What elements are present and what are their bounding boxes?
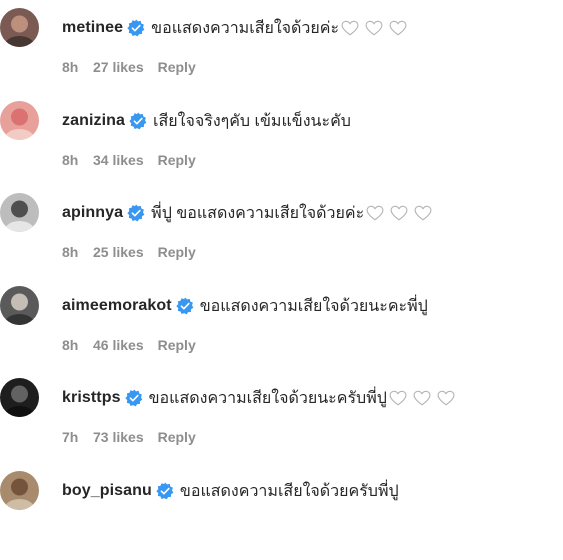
username-link[interactable]: metinee <box>62 19 123 37</box>
comment-meta: 8h 46 likes Reply <box>62 337 196 353</box>
heart-emoji-group <box>366 205 432 221</box>
avatar[interactable] <box>0 101 39 140</box>
timestamp: 8h <box>62 337 79 353</box>
comment-item: kristtps ขอแสดงความเสียใจด้วยนะครับพี่ปู 7… <box>0 375 563 467</box>
comment-line: apinnya พี่ปู ขอแสดงความเสียใจด้วยค่ะ <box>62 201 432 225</box>
comment-line: aimeemorakot ขอแสดงความเสียใจด้วยนะคะพี่ป… <box>62 294 428 318</box>
heart-outline-icon <box>437 390 455 406</box>
timestamp: 7h <box>62 429 79 445</box>
comment-meta: 8h 25 likes Reply <box>62 244 196 260</box>
verified-badge-icon <box>124 389 143 407</box>
heart-outline-icon <box>414 205 432 221</box>
heart-outline-icon <box>365 20 383 36</box>
avatar[interactable] <box>0 471 39 510</box>
comment-text: เสียใจจริงๆคับ เข้มแข็งนะคับ <box>153 112 351 130</box>
timestamp: 8h <box>62 244 79 260</box>
reply-button[interactable]: Reply <box>158 244 196 260</box>
username-link[interactable]: boy_pisanu <box>62 482 152 500</box>
comment-line: kristtps ขอแสดงความเสียใจด้วยนะครับพี่ปู <box>62 386 455 410</box>
heart-outline-icon <box>413 390 431 406</box>
comment-item: aimeemorakot ขอแสดงความเสียใจด้วยนะคะพี่ป… <box>0 283 563 375</box>
heart-outline-icon <box>341 20 359 36</box>
likes-count-button[interactable]: 27 likes <box>93 59 144 75</box>
verified-badge-icon <box>176 297 194 315</box>
comment-item: metinee ขอแสดงความเสียใจด้วยค่ะ 8h 27 likes… <box>0 5 563 97</box>
comment-line: metinee ขอแสดงความเสียใจด้วยค่ะ <box>62 16 407 40</box>
verified-badge-icon <box>156 482 174 500</box>
comment-item: apinnya พี่ปู ขอแสดงความเสียใจด้วยค่ะ 8h 25… <box>0 190 563 282</box>
reply-button[interactable]: Reply <box>158 152 196 168</box>
reply-button[interactable]: Reply <box>158 59 196 75</box>
comment-line: zanizina เสียใจจริงๆคับ เข้มแข็งนะคับ <box>62 109 351 133</box>
heart-outline-icon <box>390 205 408 221</box>
comment-text: ขอแสดงความเสียใจด้วยนะครับพี่ปู <box>148 389 387 407</box>
username-link[interactable]: zanizina <box>62 112 125 130</box>
comment-item: zanizina เสียใจจริงๆคับ เข้มแข็งนะคับ 8h 34… <box>0 98 563 190</box>
avatar[interactable] <box>0 286 39 325</box>
username-link[interactable]: kristtps <box>62 389 121 407</box>
heart-outline-icon <box>389 390 407 406</box>
timestamp: 8h <box>62 152 79 168</box>
timestamp: 8h <box>62 59 79 75</box>
heart-outline-icon <box>389 20 407 36</box>
username-link[interactable]: aimeemorakot <box>62 297 172 315</box>
likes-count-button[interactable]: 25 likes <box>93 244 144 260</box>
avatar[interactable] <box>0 8 39 47</box>
likes-count-button[interactable]: 34 likes <box>93 152 144 168</box>
likes-count-button[interactable]: 73 likes <box>93 429 144 445</box>
verified-badge-icon <box>127 19 145 37</box>
username-link[interactable]: apinnya <box>62 204 123 222</box>
comment-item: boy_pisanu ขอแสดงความเสียใจด้วยครับพี่ปู <box>0 468 563 560</box>
verified-badge-icon <box>129 112 147 130</box>
comment-meta: 8h 34 likes Reply <box>62 152 196 168</box>
comment-meta: 7h 73 likes Reply <box>62 429 196 445</box>
heart-outline-icon <box>366 205 384 221</box>
reply-button[interactable]: Reply <box>158 429 196 445</box>
heart-emoji-group <box>341 20 407 36</box>
comment-line: boy_pisanu ขอแสดงความเสียใจด้วยครับพี่ปู <box>62 479 399 503</box>
avatar[interactable] <box>0 193 39 232</box>
comment-meta: 8h 27 likes Reply <box>62 59 196 75</box>
comment-text: ขอแสดงความเสียใจด้วยค่ะ <box>151 19 340 37</box>
likes-count-button[interactable]: 46 likes <box>93 337 144 353</box>
comment-text: พี่ปู ขอแสดงความเสียใจด้วยค่ะ <box>151 204 365 222</box>
avatar[interactable] <box>0 378 39 417</box>
heart-emoji-group <box>389 390 455 406</box>
comment-text: ขอแสดงความเสียใจด้วยครับพี่ปู <box>179 482 399 500</box>
verified-badge-icon <box>127 204 145 222</box>
comment-text: ขอแสดงความเสียใจด้วยนะคะพี่ปู <box>199 297 428 315</box>
reply-button[interactable]: Reply <box>158 337 196 353</box>
